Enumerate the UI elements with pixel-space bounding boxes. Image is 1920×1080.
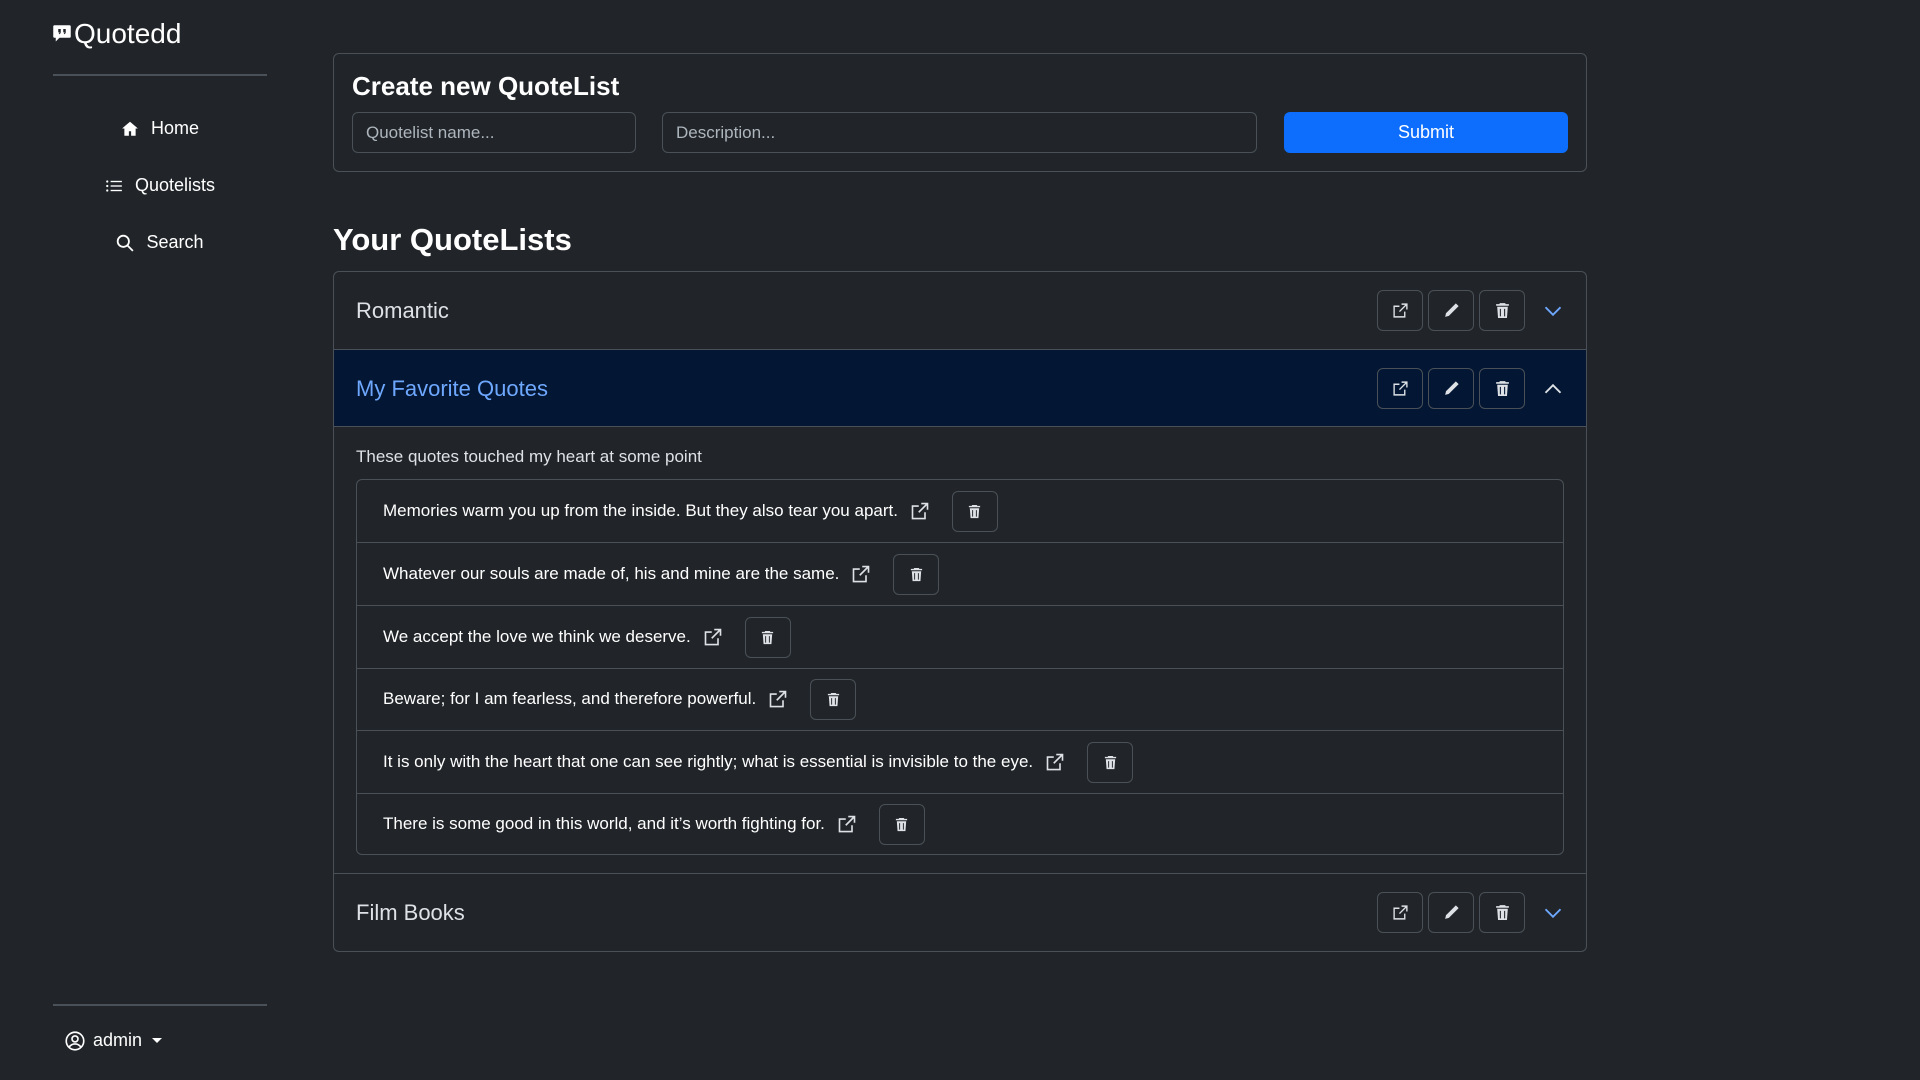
chevron-down-icon[interactable] [1542, 902, 1564, 924]
delete-button[interactable] [1479, 368, 1525, 409]
sidebar-nav: Home Quotelists Search [53, 100, 267, 271]
quotelists-accordion: Romantic My Favorite Quotes These quotes… [333, 271, 1587, 952]
quotelist-header-film-books[interactable]: Film Books [334, 874, 1586, 951]
description-input[interactable] [662, 112, 1257, 153]
sidebar-divider-top [53, 74, 267, 76]
quotelist-actions [1377, 368, 1525, 409]
your-quotelists-title: Your QuoteLists [333, 222, 572, 257]
sidebar: Quotedd Home Quotelists Search admin [0, 0, 320, 1080]
external-link-icon [1392, 905, 1408, 920]
external-link-icon[interactable] [910, 501, 930, 521]
sidebar-item-label: Search [146, 232, 204, 252]
trash-icon [1104, 755, 1116, 769]
quote-item: We accept the love we think we deserve. [357, 606, 1563, 668]
external-link-icon[interactable] [768, 689, 788, 709]
delete-button[interactable] [1479, 290, 1525, 331]
external-link-icon [1392, 303, 1408, 318]
brand[interactable]: Quotedd [52, 18, 181, 50]
trash-icon [910, 567, 923, 581]
delete-quote-button[interactable] [1087, 741, 1134, 783]
delete-button[interactable] [1479, 892, 1525, 933]
chevron-down-icon[interactable] [1542, 300, 1564, 322]
external-link-icon[interactable] [837, 814, 857, 834]
quotelist-header-my-favorite-quotes[interactable]: My Favorite Quotes [334, 350, 1586, 427]
delete-quote-button[interactable] [893, 553, 940, 595]
edit-button[interactable] [1428, 290, 1474, 331]
quote-text: Beware; for I am fearless, and therefore… [383, 689, 757, 708]
quotelist-actions [1377, 290, 1525, 331]
external-link-icon [1392, 381, 1408, 396]
trash-icon [896, 817, 908, 831]
submit-button[interactable]: Submit [1284, 112, 1568, 153]
open-external-button[interactable] [1377, 892, 1423, 933]
sidebar-item-label: Home [150, 118, 199, 138]
quote-item: Beware; for I am fearless, and therefore… [357, 668, 1563, 730]
home-icon [122, 121, 138, 136]
quote-text: Whatever our souls are made of, his and … [383, 564, 840, 583]
user-name: admin [93, 1030, 143, 1050]
quote-bubble-icon [52, 24, 72, 44]
trash-icon [1495, 303, 1509, 318]
external-link-icon[interactable] [703, 627, 723, 647]
external-link-icon[interactable] [851, 564, 871, 584]
chevron-up-icon[interactable] [1542, 378, 1564, 400]
edit-button[interactable] [1428, 892, 1474, 933]
open-external-button[interactable] [1377, 290, 1423, 331]
quote-item: Memories warm you up from the inside. Bu… [357, 480, 1563, 542]
edit-button[interactable] [1428, 368, 1474, 409]
delete-quote-button[interactable] [744, 616, 791, 658]
delete-quote-button[interactable] [810, 678, 857, 720]
quote-item: Whatever our souls are made of, his and … [357, 543, 1563, 605]
quote-list: Memories warm you up from the inside. Bu… [356, 479, 1564, 855]
accordion-divider [334, 426, 1586, 427]
trash-icon [1495, 381, 1509, 396]
trash-icon [969, 504, 981, 518]
quotelist-actions [1377, 892, 1525, 933]
delete-quote-button[interactable] [951, 490, 998, 532]
list-icon [106, 179, 122, 192]
delete-quote-button[interactable] [878, 803, 925, 845]
quote-text: It is only with the heart that one can s… [383, 752, 1034, 771]
quotelist-title: My Favorite Quotes [356, 375, 548, 401]
search-icon [117, 234, 134, 252]
trash-icon [1495, 905, 1509, 920]
quote-item: It is only with the heart that one can s… [357, 731, 1563, 793]
sidebar-item-label: Quotelists [134, 175, 216, 195]
create-title: Create new QuoteList [352, 71, 620, 101]
trash-icon [827, 692, 839, 706]
brand-name: Quotedd [74, 18, 182, 49]
quotelist-header-romantic[interactable]: Romantic [334, 272, 1586, 349]
external-link-icon[interactable] [1045, 752, 1065, 772]
quotelist-title: Film Books [356, 899, 465, 925]
user-menu[interactable]: admin [65, 1030, 163, 1051]
open-external-button[interactable] [1377, 368, 1423, 409]
sidebar-item-home[interactable]: Home [53, 100, 267, 157]
user-circle-icon [65, 1030, 85, 1051]
create-quotelist-card: Create new QuoteList Submit [333, 53, 1587, 172]
quotelist-title: Romantic [356, 297, 449, 323]
sidebar-divider-bottom [53, 1004, 267, 1006]
sidebar-item-search[interactable]: Search [53, 214, 267, 271]
quote-text: Memories warm you up from the inside. Bu… [383, 501, 898, 520]
pencil-icon [1444, 905, 1459, 919]
trash-icon [762, 630, 774, 644]
quotelist-description: These quotes touched my heart at some po… [356, 447, 702, 466]
sidebar-item-quotelists[interactable]: Quotelists [53, 157, 267, 214]
quote-text: We accept the love we think we deserve. [383, 627, 691, 646]
caret-down-icon [152, 1038, 163, 1043]
quotelist-name-input[interactable] [352, 112, 636, 153]
pencil-icon [1444, 303, 1459, 317]
quote-text: There is some good in this world, and it… [383, 814, 825, 833]
quote-item: There is some good in this world, and it… [357, 793, 1563, 855]
pencil-icon [1444, 381, 1459, 395]
